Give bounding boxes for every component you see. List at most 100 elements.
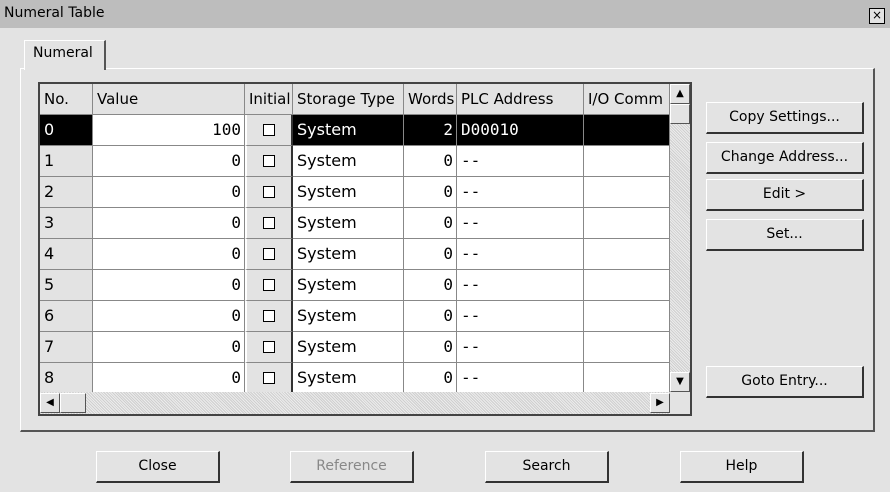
value-cell[interactable]: 0: [93, 270, 245, 301]
scroll-down-icon[interactable]: ▼: [670, 372, 690, 392]
row-number[interactable]: 6: [40, 301, 93, 332]
words-cell[interactable]: 0: [404, 363, 457, 394]
initial-checkbox[interactable]: [263, 217, 275, 229]
io-comment-cell[interactable]: [584, 332, 670, 363]
horizontal-scroll-thumb[interactable]: [60, 393, 86, 413]
scroll-up-icon[interactable]: ▲: [670, 84, 690, 104]
vertical-scroll-thumb[interactable]: [670, 104, 690, 124]
storage-type-cell[interactable]: System: [293, 270, 404, 301]
title-bar[interactable]: Numeral Table ×: [0, 0, 890, 28]
row-number[interactable]: 4: [40, 239, 93, 270]
initial-cell[interactable]: [245, 208, 293, 239]
scroll-right-icon[interactable]: ▶: [650, 393, 670, 413]
io-comment-cell[interactable]: [584, 115, 670, 146]
column-header-words[interactable]: Words: [404, 84, 457, 115]
io-comment-cell[interactable]: [584, 301, 670, 332]
storage-type-cell[interactable]: System: [293, 363, 404, 394]
change-address-button[interactable]: Change Address...: [706, 142, 864, 174]
io-comment-cell[interactable]: [584, 363, 670, 394]
initial-checkbox[interactable]: [263, 248, 275, 260]
value-cell[interactable]: 100: [93, 115, 245, 146]
plc-address-cell[interactable]: --: [457, 239, 584, 270]
horizontal-scrollbar[interactable]: ◀ ▶: [40, 392, 670, 414]
set-button[interactable]: Set...: [706, 219, 864, 251]
plc-address-cell[interactable]: --: [457, 146, 584, 177]
storage-type-cell[interactable]: System: [293, 239, 404, 270]
window-title: Numeral Table: [4, 5, 105, 21]
column-header-plc[interactable]: PLC Address: [457, 84, 584, 115]
initial-checkbox[interactable]: [263, 155, 275, 167]
initial-cell[interactable]: [245, 146, 293, 177]
value-cell[interactable]: 0: [93, 239, 245, 270]
initial-checkbox[interactable]: [263, 279, 275, 291]
row-number[interactable]: 3: [40, 208, 93, 239]
plc-address-cell[interactable]: --: [457, 208, 584, 239]
copy-settings-button[interactable]: Copy Settings...: [706, 102, 864, 134]
io-comment-cell[interactable]: [584, 208, 670, 239]
initial-cell[interactable]: [245, 239, 293, 270]
plc-address-cell[interactable]: --: [457, 270, 584, 301]
storage-type-cell[interactable]: System: [293, 208, 404, 239]
words-cell[interactable]: 0: [404, 332, 457, 363]
value-cell[interactable]: 0: [93, 301, 245, 332]
edit-button[interactable]: Edit >: [706, 179, 864, 211]
plc-address-cell[interactable]: --: [457, 301, 584, 332]
initial-cell[interactable]: [245, 270, 293, 301]
plc-address-cell[interactable]: --: [457, 332, 584, 363]
plc-address-cell[interactable]: --: [457, 177, 584, 208]
io-comment-cell[interactable]: [584, 239, 670, 270]
storage-type-cell[interactable]: System: [293, 177, 404, 208]
close-button[interactable]: Close: [96, 451, 220, 483]
initial-cell[interactable]: [245, 363, 293, 394]
column-header-storage[interactable]: Storage Type: [293, 84, 404, 115]
value-cell[interactable]: 0: [93, 332, 245, 363]
initial-cell[interactable]: [245, 332, 293, 363]
initial-checkbox[interactable]: [263, 124, 275, 136]
scroll-left-icon[interactable]: ◀: [40, 393, 60, 413]
reference-button[interactable]: Reference: [290, 451, 414, 483]
tab-numeral[interactable]: Numeral: [24, 40, 106, 70]
io-comment-cell[interactable]: [584, 146, 670, 177]
row-number[interactable]: 8: [40, 363, 93, 394]
initial-cell[interactable]: [245, 115, 293, 146]
initial-checkbox[interactable]: [263, 186, 275, 198]
row-number[interactable]: 5: [40, 270, 93, 301]
storage-type-cell[interactable]: System: [293, 332, 404, 363]
row-number[interactable]: 7: [40, 332, 93, 363]
initial-cell[interactable]: [245, 301, 293, 332]
initial-checkbox[interactable]: [263, 372, 275, 384]
value-cell[interactable]: 0: [93, 363, 245, 394]
value-cell[interactable]: 0: [93, 177, 245, 208]
goto-entry-button[interactable]: Goto Entry...: [706, 366, 864, 398]
initial-checkbox[interactable]: [263, 310, 275, 322]
storage-type-cell[interactable]: System: [293, 146, 404, 177]
words-cell[interactable]: 2: [404, 115, 457, 146]
io-comment-cell[interactable]: [584, 177, 670, 208]
storage-type-cell[interactable]: System: [293, 301, 404, 332]
column-header-value[interactable]: Value: [93, 84, 245, 115]
words-cell[interactable]: 0: [404, 301, 457, 332]
column-header-io[interactable]: I/O Comm: [584, 84, 670, 115]
initial-cell[interactable]: [245, 177, 293, 208]
row-number[interactable]: 1: [40, 146, 93, 177]
close-icon[interactable]: ×: [869, 8, 885, 24]
words-cell[interactable]: 0: [404, 239, 457, 270]
words-cell[interactable]: 0: [404, 270, 457, 301]
plc-address-cell[interactable]: --: [457, 363, 584, 394]
words-cell[interactable]: 0: [404, 177, 457, 208]
initial-checkbox[interactable]: [263, 341, 275, 353]
column-header-initial[interactable]: Initial: [245, 84, 293, 115]
plc-address-cell[interactable]: D00010: [457, 115, 584, 146]
help-button[interactable]: Help: [680, 451, 804, 483]
words-cell[interactable]: 0: [404, 208, 457, 239]
row-number[interactable]: 0: [40, 115, 93, 146]
io-comment-cell[interactable]: [584, 270, 670, 301]
vertical-scrollbar[interactable]: ▲ ▼: [670, 84, 690, 392]
storage-type-cell[interactable]: System: [293, 115, 404, 146]
words-cell[interactable]: 0: [404, 146, 457, 177]
search-button[interactable]: Search: [485, 451, 609, 483]
value-cell[interactable]: 0: [93, 208, 245, 239]
column-header-no[interactable]: No.: [40, 84, 93, 115]
row-number[interactable]: 2: [40, 177, 93, 208]
value-cell[interactable]: 0: [93, 146, 245, 177]
